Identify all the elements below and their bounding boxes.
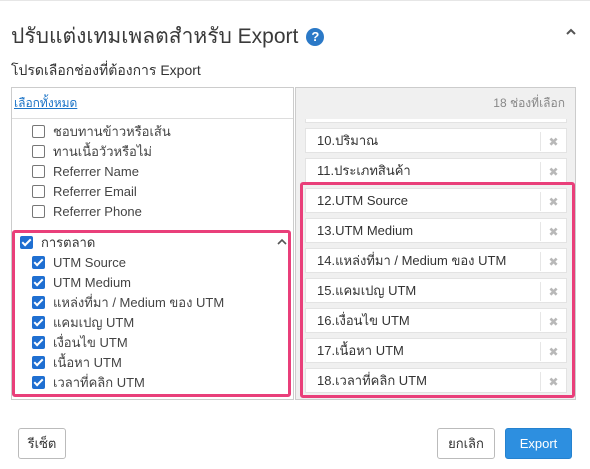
field-label: Referrer Name [53, 163, 139, 179]
chevron-up-icon[interactable] [276, 236, 288, 248]
selected-item-label: 16.เงื่อนไข UTM [317, 313, 410, 328]
checkbox[interactable] [32, 375, 45, 389]
reset-button[interactable]: รีเซ็ต [18, 428, 66, 459]
close-icon[interactable]: ✖ [540, 132, 566, 151]
checkbox[interactable] [32, 315, 45, 329]
field-label: Referrer Phone [53, 203, 142, 219]
selected-item[interactable]: 16.เงื่อนไข UTM ✖ [305, 308, 567, 333]
selected-fields-panel: 18 ช่องที่เลือก 10.ปริมาณ ✖ 11.ประเภทสิน… [295, 87, 576, 400]
list-item[interactable]: แหล่งที่มา / Medium ของ UTM [32, 292, 224, 312]
list-item[interactable]: Referrer Name [32, 161, 139, 181]
selected-item-label: 13.UTM Medium [317, 223, 414, 238]
field-label: แคมเปญ UTM [53, 314, 135, 330]
available-fields-header: เลือกทั้งหมด [12, 88, 293, 119]
field-label: Referrer Email [53, 183, 137, 199]
group-checkbox[interactable] [20, 235, 33, 249]
selected-item[interactable]: 13.UTM Medium ✖ [305, 218, 567, 243]
selected-item[interactable]: 10.ปริมาณ ✖ [305, 128, 567, 153]
field-label: เนื้อหา UTM [53, 354, 122, 370]
dialog-title-row: ปรับแต่งเทมเพลตสำหรับ Export ? [11, 20, 325, 53]
list-item[interactable]: ทานเนื้อวัวหรือไม่ [32, 141, 152, 161]
list-item[interactable]: UTM Source [32, 252, 126, 272]
list-item-partial [305, 119, 567, 123]
selected-item[interactable]: 17.เนื้อหา UTM ✖ [305, 338, 567, 363]
field-label: ชอบทานข้าวหรือเส้น [53, 123, 171, 139]
list-item[interactable]: เนื้อหา UTM [32, 352, 122, 372]
cancel-button[interactable]: ยกเลิก [437, 428, 495, 459]
checkbox[interactable] [32, 184, 45, 198]
selected-item[interactable]: 18.เวลาที่คลิก UTM ✖ [305, 368, 567, 393]
list-item[interactable]: แคมเปญ UTM [32, 312, 134, 332]
list-item[interactable]: UTM Medium [32, 272, 131, 292]
checkbox[interactable] [32, 204, 45, 218]
field-label: UTM Source [53, 254, 126, 270]
field-label: แหล่งที่มา / Medium ของ UTM [53, 294, 225, 310]
checkbox[interactable] [32, 124, 45, 138]
checkbox[interactable] [32, 275, 45, 289]
close-icon[interactable]: ✖ [540, 372, 566, 391]
close-icon[interactable]: ✖ [540, 252, 566, 271]
dialog-subtitle: โปรดเลือกช่องที่ต้องการ Export [11, 62, 201, 78]
selected-count: 18 ช่องที่เลือก [493, 96, 565, 110]
selected-item-label: 14.แหล่งที่มา / Medium ของ UTM [317, 253, 507, 268]
chevron-up-icon[interactable] [565, 26, 577, 38]
question-circle-icon[interactable]: ? [306, 27, 325, 46]
selected-item[interactable]: 11.ประเภทสินค้า ✖ [305, 158, 567, 183]
selected-item-label: 18.เวลาที่คลิก UTM [317, 373, 427, 388]
checkbox[interactable] [32, 335, 45, 349]
dialog-header: ปรับแต่งเทมเพลตสำหรับ Export ? [0, 0, 590, 55]
checkbox[interactable] [32, 164, 45, 178]
list-item[interactable]: เงื่อนไข UTM [32, 332, 128, 352]
selected-item[interactable]: 15.แคมเปญ UTM ✖ [305, 278, 567, 303]
list-item[interactable]: เวลาที่คลิก UTM [32, 372, 145, 392]
selected-item-label: 15.แคมเปญ UTM [317, 283, 417, 298]
selected-item-label: 11.ประเภทสินค้า [317, 163, 411, 178]
close-icon[interactable]: ✖ [540, 282, 566, 301]
close-icon[interactable]: ✖ [540, 342, 566, 361]
checkbox[interactable] [32, 255, 45, 269]
list-item[interactable]: Referrer Email [32, 181, 137, 201]
close-icon[interactable]: ✖ [540, 312, 566, 331]
field-label: เวลาที่คลิก UTM [53, 374, 145, 390]
close-icon[interactable]: ✖ [540, 162, 566, 181]
checkbox[interactable] [32, 355, 45, 369]
checkbox[interactable] [32, 144, 45, 158]
field-label: UTM Medium [53, 274, 132, 290]
selected-item-label: 10.ปริมาณ [317, 133, 379, 148]
selected-item[interactable]: 14.แหล่งที่มา / Medium ของ UTM ✖ [305, 248, 567, 273]
select-all-link[interactable]: เลือกทั้งหมด [14, 94, 77, 113]
group-marketing[interactable]: การตลาด [20, 232, 288, 252]
list-item[interactable]: Referrer Phone [32, 201, 142, 221]
selected-item[interactable]: 12.UTM Source ✖ [305, 188, 567, 213]
selected-item-label: 12.UTM Source [317, 193, 409, 208]
close-icon[interactable]: ✖ [540, 192, 566, 211]
selected-item-label: 17.เนื้อหา UTM [317, 343, 404, 358]
group-label: การตลาด [41, 234, 96, 250]
checkbox[interactable] [32, 295, 45, 309]
field-label: เงื่อนไข UTM [53, 334, 128, 350]
close-icon[interactable]: ✖ [540, 222, 566, 241]
dialog-title: ปรับแต่งเทมเพลตสำหรับ Export [11, 25, 299, 48]
available-fields-panel: เลือกทั้งหมด ชอบทานข้าวหรือเส้น ทานเนื้อ… [11, 87, 294, 400]
export-button[interactable]: Export [505, 428, 572, 459]
list-item[interactable]: ชอบทานข้าวหรือเส้น [32, 121, 171, 141]
field-label: ทานเนื้อวัวหรือไม่ [53, 143, 152, 159]
